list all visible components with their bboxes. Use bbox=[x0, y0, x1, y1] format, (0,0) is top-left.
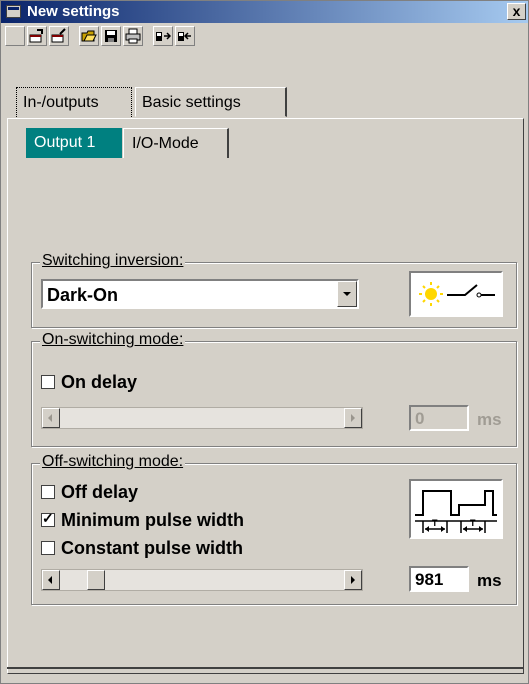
switching-inversion-label: Switching inversion: bbox=[40, 252, 186, 270]
off-delay-scrollbar[interactable] bbox=[41, 569, 363, 591]
settings-window: New settings x In-/outputs Basic setting… bbox=[0, 0, 529, 684]
light-switch-icon bbox=[409, 271, 503, 317]
scroll-left-icon[interactable] bbox=[42, 570, 60, 590]
window-arrow-in-icon[interactable] bbox=[27, 26, 47, 46]
off-delay-unit: ms bbox=[477, 571, 502, 590]
window-arrow-out-icon[interactable] bbox=[49, 26, 69, 46]
divider bbox=[7, 667, 524, 669]
on-delay-box[interactable] bbox=[41, 375, 55, 389]
on-switching-label: On-switching mode: bbox=[40, 331, 186, 349]
chevron-down-icon[interactable] bbox=[337, 281, 357, 307]
on-delay-unit: ms bbox=[477, 410, 502, 429]
scroll-right-icon[interactable] bbox=[344, 408, 362, 428]
tab-output-1[interactable]: Output 1 bbox=[26, 128, 122, 158]
tab-io-mode[interactable]: I/O-Mode bbox=[123, 128, 229, 158]
tab-basic-settings[interactable]: Basic settings bbox=[135, 87, 287, 117]
off-delay-box[interactable] bbox=[41, 485, 55, 499]
window-title: New settings bbox=[27, 3, 120, 20]
print-icon[interactable] bbox=[123, 26, 143, 46]
open-folder-icon[interactable] bbox=[79, 26, 99, 46]
scroll-left-icon[interactable] bbox=[42, 408, 60, 428]
minimum-pulse-label: Minimum pulse width bbox=[61, 510, 244, 530]
off-delay-value[interactable]: 981 bbox=[409, 566, 469, 592]
constant-pulse-box[interactable] bbox=[41, 541, 55, 555]
on-delay-label: On delay bbox=[61, 372, 138, 392]
switching-inversion-value: Dark-On bbox=[47, 285, 119, 305]
device-upload-icon[interactable] bbox=[153, 26, 173, 46]
pulse-timing-icon: T T bbox=[409, 479, 503, 539]
device-download-icon[interactable] bbox=[175, 26, 195, 46]
check-mark-icon: ✓ bbox=[42, 510, 54, 526]
tab-in-outputs[interactable]: In-/outputs bbox=[16, 87, 132, 117]
minimum-pulse-box[interactable]: ✓ bbox=[41, 510, 55, 527]
off-switching-label: Off-switching mode: bbox=[40, 453, 186, 471]
scroll-thumb[interactable] bbox=[86, 570, 105, 590]
title-bar[interactable]: New settings x bbox=[1, 1, 528, 23]
blank-icon[interactable] bbox=[5, 26, 25, 46]
on-delay-value[interactable]: 0 bbox=[409, 405, 469, 431]
svg-text:T: T bbox=[432, 518, 438, 528]
on-delay-scrollbar[interactable] bbox=[41, 407, 363, 429]
close-button[interactable]: x bbox=[507, 3, 526, 20]
scroll-right-icon[interactable] bbox=[344, 570, 362, 590]
off-delay-label: Off delay bbox=[61, 482, 139, 502]
calculator-window-icon bbox=[6, 5, 21, 18]
constant-pulse-label: Constant pulse width bbox=[61, 538, 243, 558]
svg-text:T: T bbox=[470, 518, 476, 528]
save-disk-icon[interactable] bbox=[101, 26, 121, 46]
on-switching-group: On-switching mode: bbox=[31, 331, 517, 447]
switching-inversion-select[interactable]: Dark-On bbox=[41, 279, 359, 309]
